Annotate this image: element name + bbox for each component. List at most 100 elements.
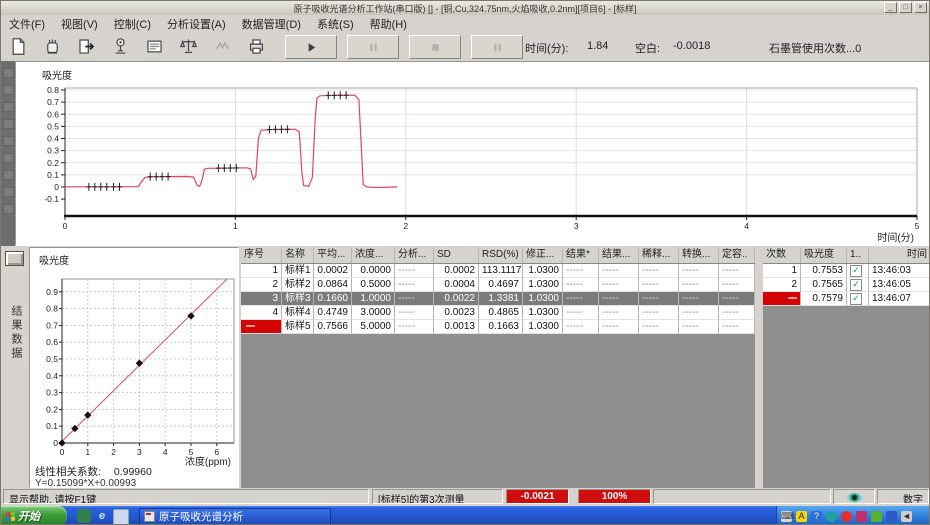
sample-col-header-8[interactable]: 结果* xyxy=(563,247,599,263)
sample-table-row-4[interactable]: 4标样40.47493.0000-----0.00230.48651.0300-… xyxy=(241,306,755,320)
measure-cell[interactable]: 0.7553 xyxy=(801,264,847,278)
sample-cell[interactable]: 0.7566 xyxy=(314,320,352,334)
quicklaunch-app-icon[interactable] xyxy=(77,509,91,523)
side-tool-icon-2[interactable] xyxy=(3,102,14,112)
sample-cell[interactable]: ----- xyxy=(719,320,755,334)
sample-cell[interactable]: 0.1663 xyxy=(479,320,523,334)
print-checkbox[interactable]: ✓ xyxy=(850,265,862,277)
sample-cell[interactable]: 0.0002 xyxy=(434,264,479,278)
side-tool-icon-6[interactable] xyxy=(3,170,14,180)
measure-cell[interactable]: 13:46:07 xyxy=(869,292,930,306)
sample-cell[interactable]: ----- xyxy=(599,292,639,306)
sample-cell[interactable]: ----- xyxy=(563,278,599,292)
sample-cell[interactable]: ----- xyxy=(719,306,755,320)
sample-cell[interactable]: 113.1117 xyxy=(479,264,523,278)
sample-col-header-4[interactable]: 分析... xyxy=(395,247,434,263)
sample-cell[interactable]: ----- xyxy=(679,264,719,278)
start-button[interactable]: 开始 xyxy=(1,506,67,525)
calibration-chart[interactable]: 00.10.20.30.40.50.60.70.80.90123456 xyxy=(30,248,238,487)
sample-cell[interactable]: ----- xyxy=(395,306,434,320)
volume-tray-icon[interactable]: ◄ xyxy=(901,511,912,522)
measure-cell[interactable]: 13:46:03 xyxy=(869,264,930,278)
sample-table-row-5[interactable]: 标样50.75665.0000-----0.00130.16631.0300--… xyxy=(241,320,755,334)
sample-cell[interactable]: ----- xyxy=(719,292,755,306)
sample-cell[interactable]: ----- xyxy=(599,278,639,292)
sample-cell[interactable]: 1.3381 xyxy=(479,292,523,306)
sample-col-header-11[interactable]: 转换... xyxy=(679,247,719,263)
sample-cell[interactable]: ----- xyxy=(563,292,599,306)
sample-cell[interactable]: 标样4 xyxy=(282,306,314,320)
sample-cell[interactable]: ----- xyxy=(639,292,679,306)
sample-cell[interactable]: 0.1660 xyxy=(314,292,352,306)
network-tray-icon[interactable] xyxy=(886,511,897,522)
measure-cell[interactable] xyxy=(763,292,801,306)
sample-cell[interactable]: ----- xyxy=(639,306,679,320)
sample-cell[interactable]: 1.0300 xyxy=(523,320,563,334)
measure-cell[interactable]: 2 xyxy=(763,278,801,292)
sample-cell[interactable]: ----- xyxy=(679,292,719,306)
sample-col-header-5[interactable]: SD xyxy=(434,247,479,263)
menu-item-2[interactable]: 控制(C) xyxy=(106,15,159,33)
sample-cell[interactable]: 标样3 xyxy=(282,292,314,306)
status-tray-icon[interactable] xyxy=(826,511,837,522)
measure-col-header-1[interactable]: 吸光度 xyxy=(801,247,847,263)
sample-cell[interactable]: ----- xyxy=(563,264,599,278)
sample-cell[interactable]: ----- xyxy=(639,278,679,292)
menu-item-5[interactable]: 系统(S) xyxy=(309,15,362,33)
measure-col-header-2[interactable]: 1.. xyxy=(847,247,869,263)
sample-cell[interactable]: ----- xyxy=(395,278,434,292)
sample-cell[interactable]: 4 xyxy=(241,306,282,320)
shield-tray-icon[interactable] xyxy=(871,511,882,522)
side-tool-icon-7[interactable] xyxy=(3,187,14,197)
sample-cell[interactable]: ----- xyxy=(679,278,719,292)
sample-cell[interactable]: 0.0022 xyxy=(434,292,479,306)
sample-cell[interactable]: 1.0300 xyxy=(523,306,563,320)
sample-cell[interactable]: ----- xyxy=(395,320,434,334)
sample-col-header-10[interactable]: 稀释... xyxy=(639,247,679,263)
sample-col-header-9[interactable]: 结果... xyxy=(599,247,639,263)
measure-table-row-1[interactable]: 10.7553✓13:46:03 xyxy=(763,264,930,278)
side-tool-icon-5[interactable] xyxy=(3,153,14,163)
quicklaunch-ie-icon[interactable]: e xyxy=(95,509,109,523)
sample-col-header-0[interactable]: 序号 xyxy=(241,247,282,263)
sample-cell[interactable]: ----- xyxy=(719,264,755,278)
side-tool-icon-3[interactable] xyxy=(3,119,14,129)
measure-table-row-3[interactable]: 0.7579✓13:46:07 xyxy=(763,292,930,306)
sample-cell[interactable]: ----- xyxy=(563,306,599,320)
sample-cell[interactable]: 0.5000 xyxy=(352,278,395,292)
sample-cell[interactable]: 1 xyxy=(241,264,282,278)
sample-table-row-2[interactable]: 2标样20.08640.5000-----0.00040.46971.0300-… xyxy=(241,278,755,292)
print-checkbox[interactable]: ✓ xyxy=(850,279,862,291)
side-tool-icon-8[interactable] xyxy=(3,204,14,214)
sample-cell[interactable]: 1.0300 xyxy=(523,264,563,278)
measure-table[interactable]: 次数吸光度1..时间10.7553✓13:46:0320.7565✓13:46:… xyxy=(763,247,930,488)
keyboard-tray-icon[interactable]: ⌨ xyxy=(781,511,792,522)
sample-cell[interactable]: 1.0300 xyxy=(523,278,563,292)
sample-cell[interactable]: 3 xyxy=(241,292,282,306)
taskbar-app-button[interactable]: 原子吸收光谱分析 xyxy=(139,508,331,525)
menu-item-6[interactable]: 帮助(H) xyxy=(362,15,415,33)
sample-cell[interactable]: 0.4697 xyxy=(479,278,523,292)
sample-cell[interactable] xyxy=(241,320,282,334)
sample-cell[interactable]: 0.0864 xyxy=(314,278,352,292)
sample-cell[interactable]: 1.0000 xyxy=(352,292,395,306)
antivirus-tray-icon[interactable] xyxy=(841,511,852,522)
sample-col-header-1[interactable]: 名称 xyxy=(282,247,314,263)
sample-col-header-12[interactable]: 定容.. xyxy=(719,247,755,263)
sample-cell[interactable]: ----- xyxy=(679,306,719,320)
sample-cell[interactable]: ----- xyxy=(599,320,639,334)
sample-cell[interactable]: ----- xyxy=(563,320,599,334)
print-checkbox[interactable]: ✓ xyxy=(850,293,862,305)
sample-col-header-3[interactable]: 浓度... xyxy=(352,247,395,263)
menu-item-1[interactable]: 视图(V) xyxy=(53,15,106,33)
sample-cell[interactable]: ----- xyxy=(639,264,679,278)
measure-print-checkbox-cell[interactable]: ✓ xyxy=(847,278,869,292)
sample-cell[interactable]: ----- xyxy=(395,292,434,306)
side-tool-icon-1[interactable] xyxy=(3,85,14,95)
sample-cell[interactable]: 0.0004 xyxy=(434,278,479,292)
menu-item-3[interactable]: 分析设置(A) xyxy=(159,15,234,33)
quicklaunch-desktop-icon[interactable] xyxy=(113,509,129,525)
sample-table-row-1[interactable]: 1标样10.00020.0000-----0.0002113.11171.030… xyxy=(241,264,755,278)
sample-table[interactable]: 序号名称平均...浓度...分析...SDRSD(%)修正...结果*结果...… xyxy=(241,247,755,488)
sample-cell[interactable]: 0.0013 xyxy=(434,320,479,334)
